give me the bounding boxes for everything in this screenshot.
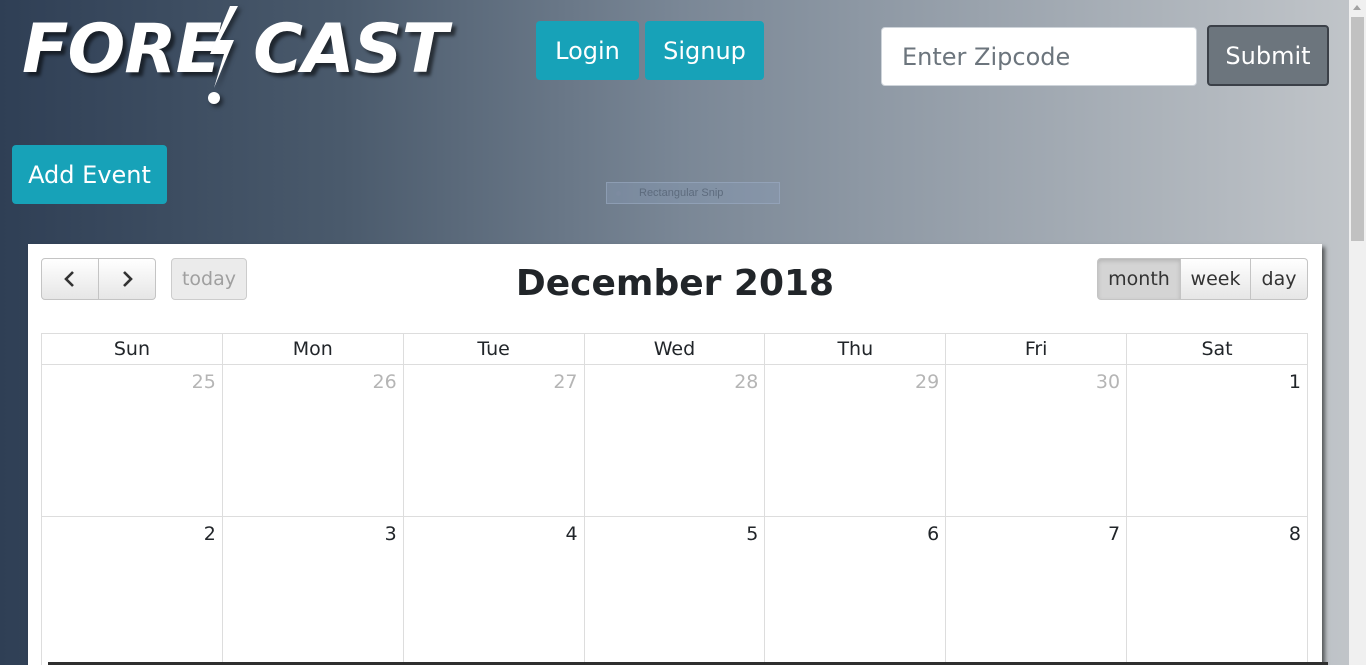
day-cell[interactable]: 28: [583, 364, 766, 517]
weekday-header: Thu: [764, 333, 947, 365]
day-cell[interactable]: 2: [41, 516, 223, 665]
day-number: 30: [1095, 371, 1121, 393]
day-cell[interactable]: 30: [945, 364, 1128, 517]
day-number: 8: [1288, 523, 1301, 545]
next-month-button[interactable]: [99, 258, 156, 300]
logo-text-left: FORE: [22, 10, 222, 89]
day-cell[interactable]: 27: [402, 364, 585, 517]
month-view-button[interactable]: month: [1097, 258, 1181, 300]
chevron-right-icon: [123, 271, 133, 287]
day-number: 1: [1288, 371, 1301, 393]
day-number: 7: [1107, 523, 1121, 545]
weekday-header: Tue: [402, 333, 585, 365]
submit-button[interactable]: Submit: [1207, 25, 1329, 86]
day-cell[interactable]: 7: [945, 516, 1128, 665]
rectangular-snip-overlay: Rectangular Snip: [606, 182, 780, 204]
weekday-header: Fri: [945, 333, 1128, 365]
scrollbar-thumb[interactable]: [1351, 17, 1364, 241]
week-row: 2 3 4 5 6 7 8: [41, 516, 1308, 665]
lightning-bolt-icon: [208, 6, 238, 104]
month-grid: Sun Mon Tue Wed Thu Fri Sat 25 26 27 28 …: [41, 333, 1308, 665]
day-number: 4: [565, 523, 578, 545]
day-number: 3: [384, 523, 397, 545]
day-view-button[interactable]: day: [1251, 258, 1308, 300]
today-button[interactable]: today: [171, 258, 247, 300]
calendar-nav-group: [41, 258, 156, 300]
day-cell[interactable]: 1: [1126, 364, 1308, 517]
day-number: 25: [191, 371, 216, 393]
login-button[interactable]: Login: [536, 21, 639, 80]
day-cell[interactable]: 26: [221, 364, 404, 517]
weekday-header: Wed: [583, 333, 766, 365]
signup-button[interactable]: Signup: [645, 21, 764, 80]
weekday-header: Mon: [221, 333, 404, 365]
day-number: 27: [553, 371, 578, 393]
view-switcher: month week day: [1097, 258, 1308, 300]
weekday-header: Sat: [1126, 333, 1308, 365]
weekday-header: Sun: [41, 333, 223, 365]
day-cell[interactable]: 6: [764, 516, 947, 665]
day-cell[interactable]: 3: [221, 516, 404, 665]
logo-text-right: CAST: [253, 10, 448, 89]
day-number: 6: [927, 523, 940, 545]
day-cell[interactable]: 5: [583, 516, 766, 665]
page-scrollbar[interactable]: [1349, 0, 1366, 665]
day-cell[interactable]: 8: [1126, 516, 1308, 665]
forecast-logo: FORE CAST: [22, 6, 448, 106]
week-row: 25 26 27 28 29 30 1: [41, 364, 1308, 517]
add-event-button[interactable]: Add Event: [12, 145, 167, 204]
day-number: 5: [746, 523, 759, 545]
weekday-header-row: Sun Mon Tue Wed Thu Fri Sat: [41, 333, 1308, 365]
day-number: 29: [915, 371, 940, 393]
day-number: 2: [203, 523, 216, 545]
day-cell[interactable]: 25: [41, 364, 223, 517]
snip-label: Rectangular Snip: [639, 187, 724, 199]
day-cell[interactable]: 29: [764, 364, 947, 517]
zipcode-input[interactable]: [881, 27, 1197, 86]
chevron-left-icon: [64, 271, 74, 287]
day-number: 28: [734, 371, 759, 393]
calendar: today December 2018 month week day Sun M…: [28, 244, 1322, 665]
day-number: 26: [372, 371, 397, 393]
prev-month-button[interactable]: [41, 258, 99, 300]
snip-dot-icon: [616, 190, 621, 196]
day-cell[interactable]: 4: [402, 516, 585, 665]
week-view-button[interactable]: week: [1181, 258, 1251, 300]
scroll-up-icon[interactable]: [1353, 5, 1361, 10]
